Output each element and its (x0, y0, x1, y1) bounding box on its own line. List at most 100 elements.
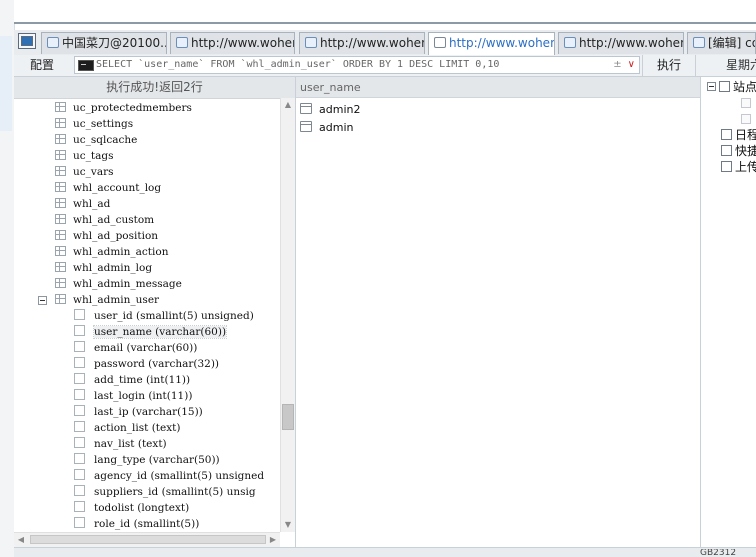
field-name: password (varchar(32)) (94, 358, 220, 370)
field-icon (74, 341, 85, 352)
site-icon (719, 81, 730, 92)
result-row[interactable]: admin (300, 119, 353, 137)
tab-caidao-home[interactable]: 中国菜刀@20100... (41, 32, 167, 54)
plus-minus-icon[interactable]: ± (613, 59, 621, 70)
scroll-right-arrow-icon[interactable]: ▶ (266, 533, 280, 547)
chevron-down-icon[interactable]: ∨ (628, 59, 635, 70)
field-icon (74, 517, 85, 528)
table-name: whl_admin_log (73, 262, 153, 274)
config-button[interactable]: 配置 (14, 55, 70, 76)
table-name: uc_tags (73, 150, 114, 162)
field-name: last_ip (varchar(15)) (94, 406, 203, 418)
tree-field-item[interactable]: last_ip (varchar(15)) (74, 404, 203, 420)
field-name: todolist (longtext) (94, 502, 190, 514)
tree-table-item[interactable]: whl_admin_message (55, 276, 182, 292)
table-icon (55, 230, 66, 240)
field-name: agency_id (smallint(5) unsigned (94, 470, 265, 482)
site-root-item[interactable]: 站点 (707, 79, 756, 95)
sql-controls[interactable]: ± ∨ (613, 57, 635, 73)
site-tree-panel: 站点 日程 快捷 上传 (701, 77, 756, 547)
tree-field-item[interactable]: suppliers_id (smallint(5) unsig (74, 484, 256, 500)
tree-field-item[interactable]: lang_type (varchar(50)) (74, 452, 220, 468)
tab-url-2[interactable]: http://www.wohen... (299, 32, 425, 54)
execute-button[interactable]: 执行 (642, 55, 696, 76)
tree-field-item[interactable]: add_time (int(11)) (74, 372, 190, 388)
tab-list-icon[interactable] (18, 33, 36, 49)
page-icon (741, 98, 751, 108)
result-column-header[interactable]: user_name (296, 77, 700, 98)
file-icon (693, 37, 705, 48)
table-name: uc_settings (73, 118, 134, 130)
table-icon (55, 150, 66, 160)
query-results-panel: user_name admin2 admin (296, 77, 701, 547)
tree-table-item-expanded[interactable]: whl_admin_user (55, 292, 159, 308)
collapse-icon[interactable] (38, 296, 47, 305)
tree-field-item[interactable]: nav_list (text) (74, 436, 167, 452)
tree-table-item[interactable]: uc_tags (55, 148, 113, 164)
site-item-label: 日程 (735, 128, 756, 142)
tab-url-4[interactable]: http://www.wohen... (558, 32, 684, 54)
tree-field-item[interactable]: agency_id (smallint(5) unsigned (74, 468, 264, 484)
tree-horizontal-scrollbar[interactable]: ◀ ▶ (14, 532, 280, 547)
tab-label: http://www.wohen... (191, 36, 294, 50)
tree-table-item[interactable]: uc_protectedmembers (55, 100, 192, 116)
tree-table-item[interactable]: uc_settings (55, 116, 133, 132)
scrollbar-thumb[interactable] (282, 404, 294, 430)
table-name: whl_account_log (73, 182, 162, 194)
tree-field-item[interactable]: role_id (smallint(5)) (74, 516, 199, 532)
tree-table-item[interactable]: whl_account_log (55, 180, 161, 196)
field-name: user_name (varchar(60)) (92, 325, 228, 339)
tree-field-item[interactable]: password (varchar(32)) (74, 356, 219, 372)
tree-field-item[interactable]: user_name (varchar(60)) (74, 324, 228, 340)
field-icon (74, 453, 85, 464)
table-icon (55, 198, 66, 208)
tree-table-item[interactable]: whl_ad_position (55, 228, 158, 244)
table-icon (55, 294, 66, 304)
shortcut-item[interactable]: 快捷 (721, 143, 756, 159)
tab-label: http://www.wohen... (449, 36, 554, 50)
weekday-label: 星期六 (726, 58, 756, 72)
page-icon (47, 37, 59, 48)
tree-field-item[interactable]: action_list (text) (74, 420, 180, 436)
record-icon (300, 121, 312, 132)
tree-table-item[interactable]: whl_ad (55, 196, 110, 212)
tree-field-item[interactable]: user_id (smallint(5) unsigned) (74, 308, 254, 324)
field-icon (74, 485, 85, 496)
result-value: admin (319, 121, 354, 134)
tab-url-3-active[interactable]: http://www.wohen... (428, 32, 555, 55)
tree-field-item[interactable]: todolist (longtext) (74, 500, 189, 516)
scroll-up-arrow-icon[interactable]: ▲ (281, 98, 295, 112)
field-icon (74, 325, 85, 336)
table-icon (55, 118, 66, 128)
tree-field-item[interactable]: email (varchar(60)) (74, 340, 197, 356)
tab-label: http://www.wohen... (320, 36, 424, 50)
tree-table-item[interactable]: whl_admin_log (55, 260, 152, 276)
field-icon (74, 501, 85, 512)
tab-url-1[interactable]: http://www.wohen... (170, 32, 295, 54)
database-icon (564, 37, 576, 48)
tree-table-item[interactable]: whl_ad_custom (55, 212, 154, 228)
result-row[interactable]: admin2 (300, 101, 360, 119)
site-item-label: 站点 (733, 80, 756, 94)
schedule-item[interactable]: 日程 (721, 127, 756, 143)
shortcut-icon (721, 145, 732, 156)
database-tree[interactable]: uc_protectedmembers uc_settings uc_sqlcach… (14, 98, 280, 532)
scroll-down-arrow-icon[interactable]: ▼ (281, 518, 295, 532)
tree-field-item[interactable]: last_login (int(11)) (74, 388, 192, 404)
tab-edit[interactable]: [编辑] co (687, 32, 756, 54)
table-name: whl_admin_action (73, 246, 169, 258)
tree-table-item[interactable]: uc_sqlcache (55, 132, 137, 148)
scroll-left-arrow-icon[interactable]: ◀ (14, 533, 28, 547)
tree-vertical-scrollbar[interactable]: ▲ ▼ (280, 98, 295, 532)
table-icon (55, 278, 66, 288)
tree-table-item[interactable]: uc_vars (55, 164, 114, 180)
sql-input[interactable]: SELECT `user_name` FROM `whl_admin_user`… (74, 56, 640, 74)
collapse-icon[interactable] (707, 82, 716, 91)
tree-table-item[interactable]: whl_admin_action (55, 244, 168, 260)
scrollbar-thumb[interactable] (30, 535, 266, 544)
upload-item[interactable]: 上传 (721, 159, 756, 175)
schedule-icon (721, 129, 732, 140)
field-name: user_id (smallint(5) unsigned) (94, 310, 254, 322)
result-value: admin2 (319, 103, 361, 116)
table-icon (55, 166, 66, 176)
